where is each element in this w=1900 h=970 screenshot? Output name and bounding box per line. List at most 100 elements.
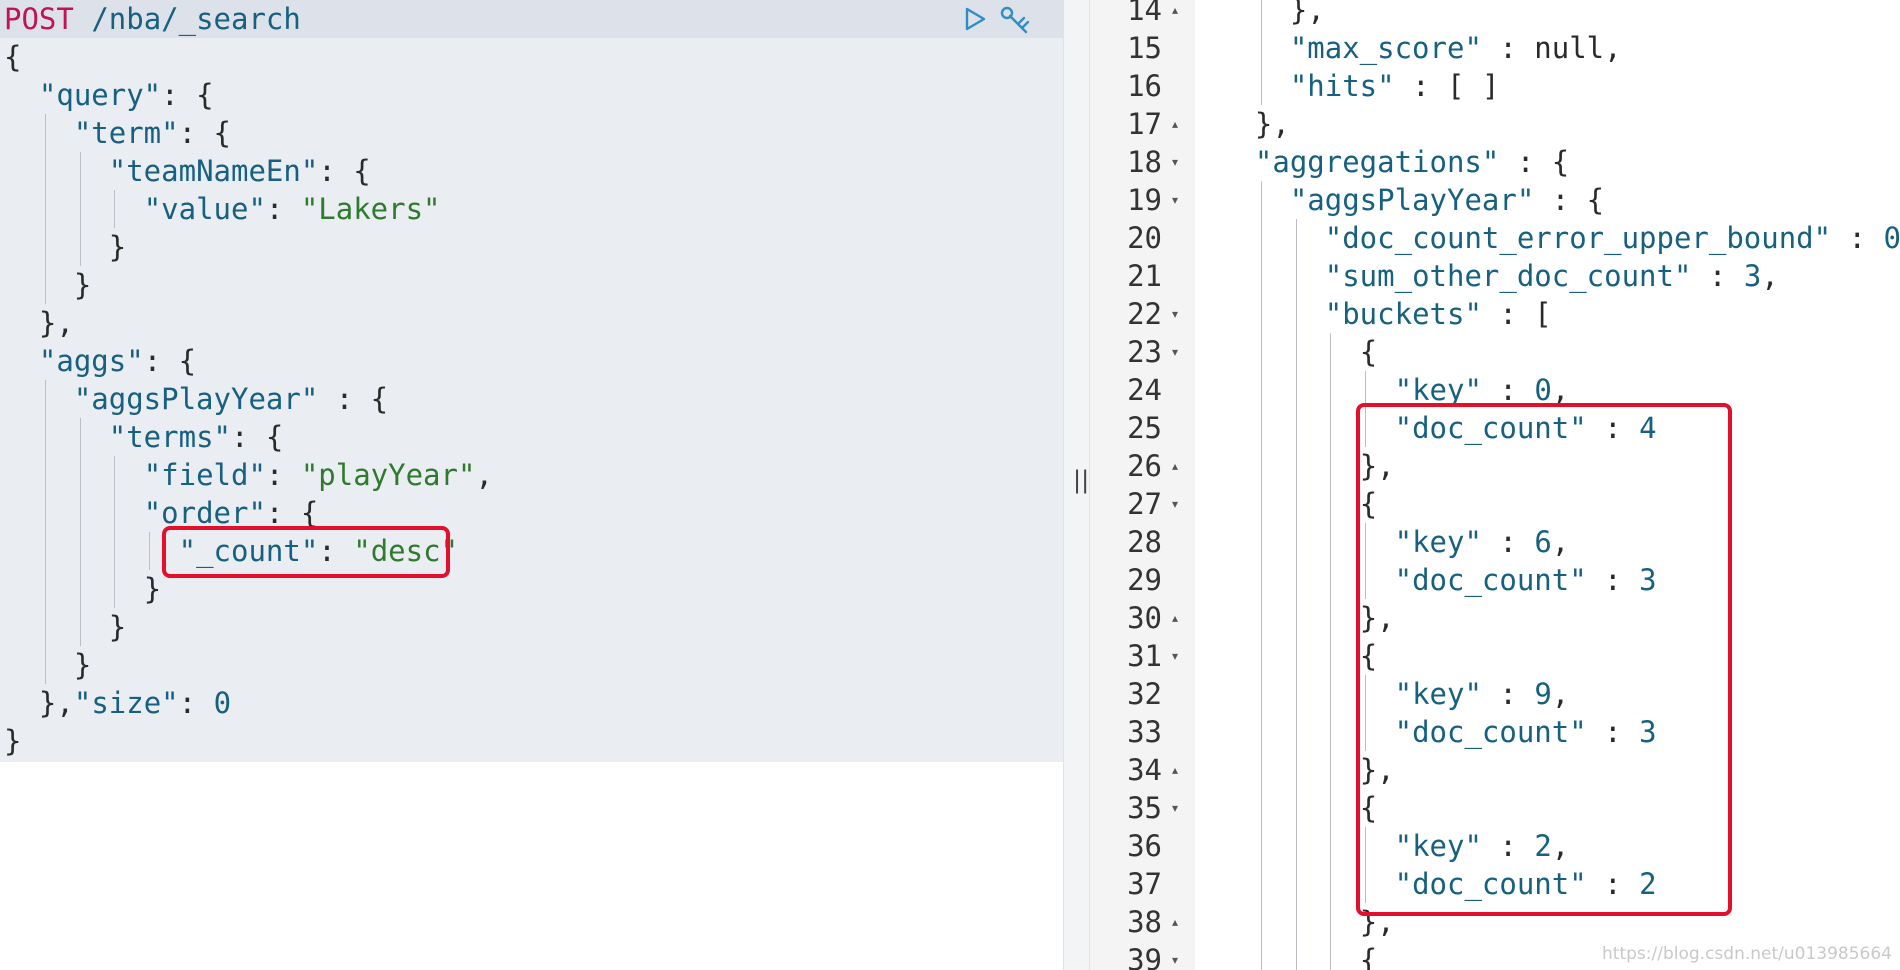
resize-handle-icon[interactable]: || <box>1073 466 1089 494</box>
request-code-line[interactable]: } <box>4 722 21 760</box>
line-number: 23 <box>1127 335 1162 369</box>
response-code-line: { <box>1359 943 1378 970</box>
indent-guide <box>1295 599 1297 637</box>
request-code-line[interactable]: "field": "playYear", <box>4 456 493 494</box>
indent-guide <box>1295 295 1297 333</box>
fold-open-icon[interactable]: ▾ <box>1172 953 1178 967</box>
indent-guide <box>1295 941 1297 970</box>
request-line[interactable]: POST /nba/_search <box>4 0 301 38</box>
wrench-icon[interactable] <box>998 4 1034 36</box>
response-code-line: "sum_other_doc_count" : 3, <box>1324 259 1779 293</box>
request-editor-pane[interactable]: POST /nba/_search { "query": { "term": {… <box>0 0 1063 970</box>
response-code-line: "aggregations" : { <box>1254 145 1570 179</box>
indent-guide <box>1260 751 1262 789</box>
line-number: 30 <box>1127 601 1162 635</box>
indent-guide <box>1260 257 1262 295</box>
line-number: 14 <box>1127 0 1162 27</box>
line-number: 36 <box>1127 829 1162 863</box>
indent-guide <box>1330 371 1332 409</box>
response-viewer-pane[interactable]: 14 ▴ }, 15 "max_score" : null, 16 "hits" : … <box>1090 0 1900 970</box>
fold-open-icon[interactable]: ▾ <box>1172 497 1178 511</box>
indent-guide <box>1260 523 1262 561</box>
request-code-line[interactable]: },"size": 0 <box>4 684 231 722</box>
indent-guide <box>79 456 81 494</box>
indent-guide <box>44 608 46 646</box>
fold-open-icon[interactable]: ▾ <box>1172 649 1178 663</box>
indent-guide <box>1330 599 1332 637</box>
indent-guide <box>1295 371 1297 409</box>
request-code-line[interactable]: } <box>4 646 91 684</box>
indent-guide <box>1260 903 1262 941</box>
indent-guide <box>1260 219 1262 257</box>
indent-guide <box>44 380 46 418</box>
fold-close-icon[interactable]: ▴ <box>1172 117 1178 131</box>
line-number: 39 <box>1127 943 1162 970</box>
indent-guide <box>44 456 46 494</box>
indent-guide <box>1295 523 1297 561</box>
line-number: 18 <box>1127 145 1162 179</box>
indent-guide <box>1260 67 1262 105</box>
indent-guide <box>1260 0 1262 29</box>
indent-guide <box>79 494 81 532</box>
request-code-line[interactable]: "term": { <box>4 114 231 152</box>
indent-guide <box>1330 903 1332 941</box>
fold-open-icon[interactable]: ▾ <box>1172 307 1178 321</box>
fold-close-icon[interactable]: ▴ <box>1172 915 1178 929</box>
request-code-line[interactable]: "aggsPlayYear" : { <box>4 380 388 418</box>
line-number: 25 <box>1127 411 1162 445</box>
request-code-line[interactable]: { <box>4 38 21 76</box>
request-code-line[interactable]: } <box>4 228 126 266</box>
request-method: POST <box>4 2 74 36</box>
indent-guide <box>114 570 116 608</box>
request-code-line[interactable]: "terms": { <box>4 418 284 456</box>
indent-guide <box>1295 447 1297 485</box>
request-code-line[interactable]: } <box>4 266 91 304</box>
fold-open-icon[interactable]: ▾ <box>1172 801 1178 815</box>
fold-close-icon[interactable]: ▴ <box>1172 763 1178 777</box>
line-number: 29 <box>1127 563 1162 597</box>
response-code-line: "buckets" : [ <box>1324 297 1552 331</box>
request-code-line[interactable]: "teamNameEn": { <box>4 152 371 190</box>
fold-close-icon[interactable]: ▴ <box>1172 459 1178 473</box>
indent-guide <box>1330 523 1332 561</box>
fold-open-icon[interactable]: ▾ <box>1172 155 1178 169</box>
request-code-line[interactable]: } <box>4 608 126 646</box>
line-number: 26 <box>1127 449 1162 483</box>
request-code-line[interactable]: } <box>4 570 161 608</box>
fold-close-icon[interactable]: ▴ <box>1172 611 1178 625</box>
indent-guide <box>1260 29 1262 67</box>
indent-guide <box>1295 675 1297 713</box>
indent-guide <box>1295 637 1297 675</box>
indent-guide <box>1295 333 1297 371</box>
indent-guide <box>1295 751 1297 789</box>
request-path: /nba/_search <box>91 2 301 36</box>
fold-close-icon[interactable]: ▴ <box>1172 3 1178 17</box>
response-code-line: }, <box>1289 0 1325 27</box>
line-number: 21 <box>1127 259 1162 293</box>
request-code-line[interactable]: "aggs": { <box>4 342 196 380</box>
fold-open-icon[interactable]: ▾ <box>1172 193 1178 207</box>
request-code-line[interactable]: "value": "Lakers" <box>4 190 441 228</box>
indent-guide <box>149 532 151 570</box>
request-code-line[interactable]: "query": { <box>4 76 214 114</box>
line-number: 27 <box>1127 487 1162 521</box>
indent-guide <box>1295 713 1297 751</box>
indent-guide <box>1260 637 1262 675</box>
indent-guide <box>44 228 46 266</box>
line-number: 20 <box>1127 221 1162 255</box>
play-triangle-icon[interactable] <box>962 6 988 32</box>
indent-guide <box>44 152 46 190</box>
indent-guide <box>79 418 81 456</box>
request-block[interactable]: POST /nba/_search { "query": { "term": {… <box>0 0 1063 762</box>
indent-guide <box>1295 257 1297 295</box>
response-code-line: { <box>1359 791 1378 825</box>
fold-open-icon[interactable]: ▾ <box>1172 345 1178 359</box>
indent-guide <box>1330 751 1332 789</box>
indent-guide <box>1330 333 1332 371</box>
request-code-line[interactable]: }, <box>4 304 74 342</box>
indent-guide <box>1260 599 1262 637</box>
indent-guide <box>1260 485 1262 523</box>
line-number: 34 <box>1127 753 1162 787</box>
indent-guide <box>79 152 81 190</box>
indent-guide <box>1260 789 1262 827</box>
